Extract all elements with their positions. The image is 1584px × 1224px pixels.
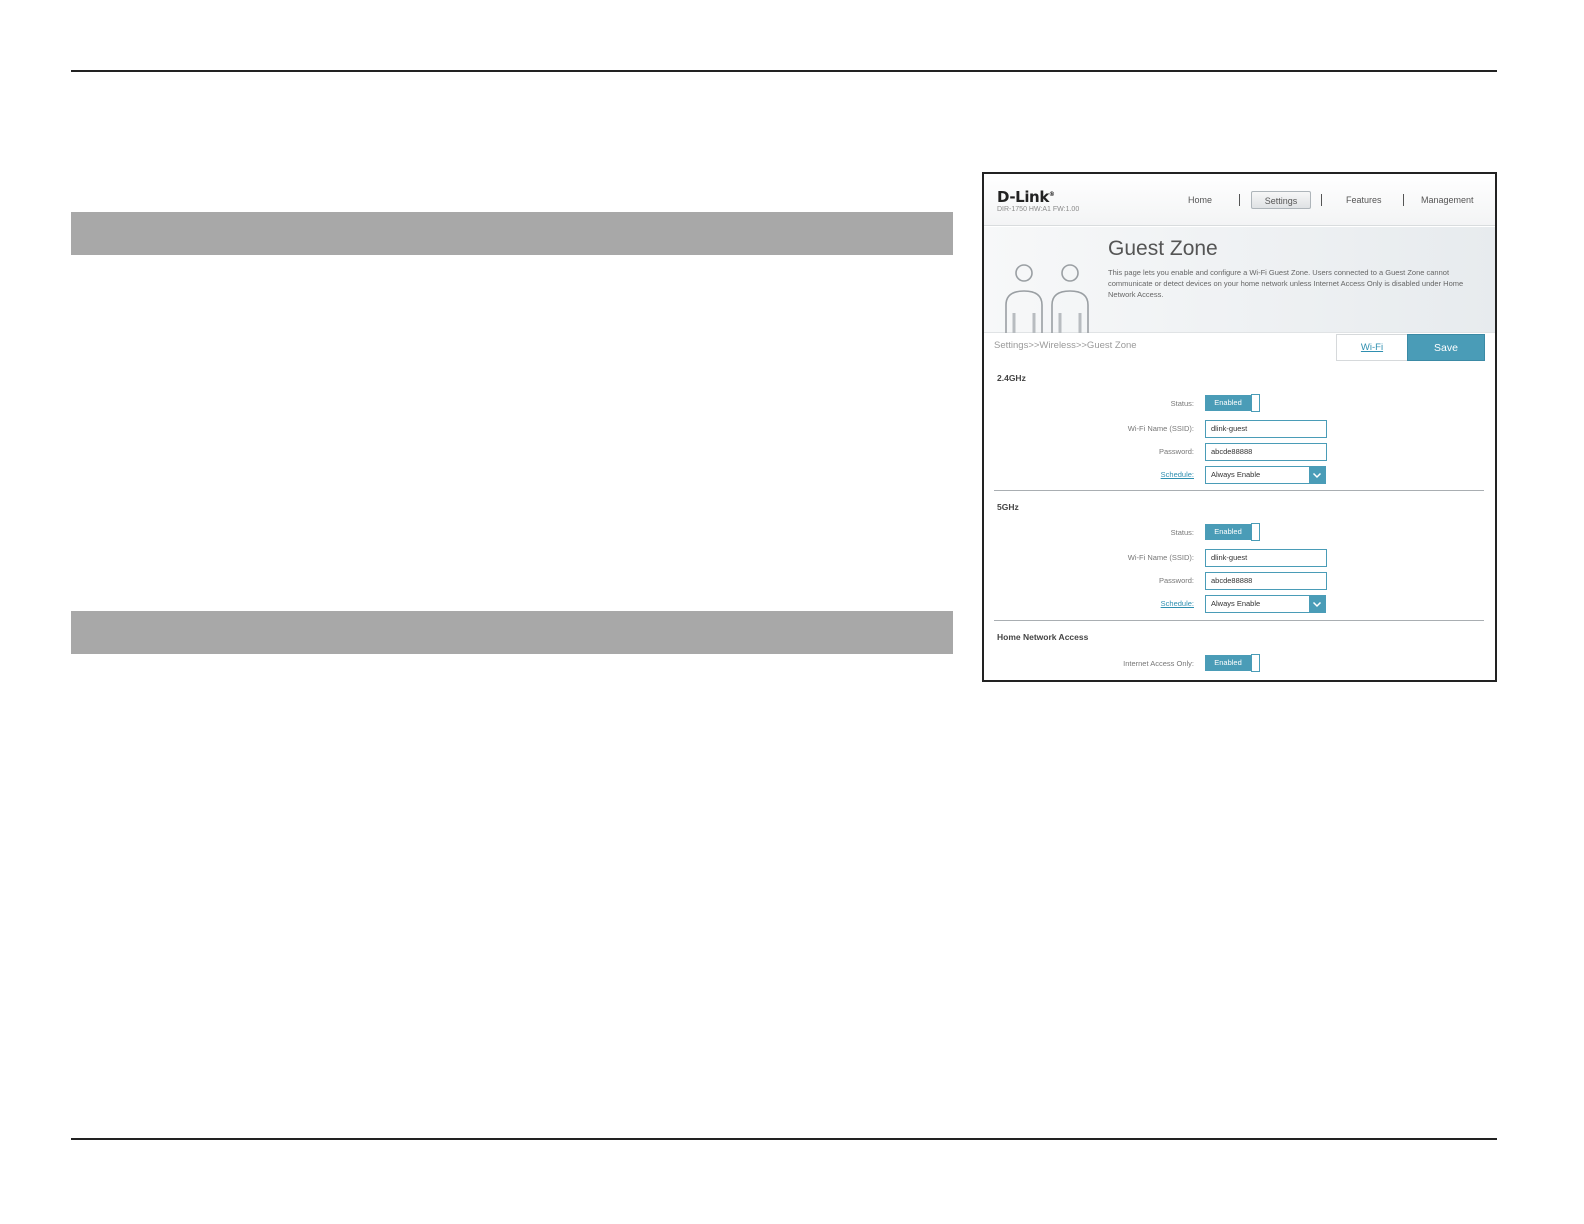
status-toggle-24[interactable]: Enabled bbox=[1205, 394, 1260, 412]
page-description: This page lets you enable and configure … bbox=[1108, 268, 1464, 299]
ssid-input-5[interactable]: dlink-guest bbox=[1205, 549, 1327, 567]
ssid-label: Wi-Fi Name (SSID): bbox=[1127, 553, 1194, 562]
schedule-select-5[interactable]: Always Enable bbox=[1205, 595, 1326, 613]
chevron-down-icon[interactable] bbox=[1309, 467, 1325, 483]
section-divider bbox=[994, 620, 1484, 621]
page-banner: Guest Zone This page lets you enable and… bbox=[984, 227, 1495, 333]
ssid-input-24[interactable]: dlink-guest bbox=[1205, 420, 1327, 438]
top-rule bbox=[71, 70, 1497, 72]
model-info: DIR-1750 HW:A1 FW:1.00 bbox=[997, 206, 1080, 213]
brand-text: D-Link bbox=[997, 188, 1049, 206]
schedule-select-24[interactable]: Always Enable bbox=[1205, 466, 1326, 484]
schedule-link[interactable]: Schedule: bbox=[984, 599, 1194, 608]
toggle-label: Enabled bbox=[1205, 655, 1251, 671]
toggle-label: Enabled bbox=[1205, 395, 1251, 411]
breadcrumb: Settings>>Wireless>>Guest Zone bbox=[994, 340, 1137, 351]
status-label: Status: bbox=[1170, 528, 1194, 537]
password-label: Password: bbox=[1158, 576, 1194, 585]
breadcrumb-row: Settings>>Wireless>>Guest Zone Wi-Fi Sav… bbox=[984, 334, 1495, 361]
status-toggle-5[interactable]: Enabled bbox=[1205, 523, 1260, 541]
toggle-knob bbox=[1251, 654, 1260, 672]
toggle-label: Enabled bbox=[1205, 524, 1251, 540]
band-24-heading: 2.4GHz bbox=[997, 373, 1026, 383]
section-header-bar bbox=[71, 212, 953, 255]
nav-settings[interactable]: Settings bbox=[1251, 191, 1311, 209]
router-ui-screenshot: D-Link® DIR-1750 HW:A1 FW:1.00 Home Sett… bbox=[982, 172, 1497, 682]
section-header-bar bbox=[71, 611, 953, 654]
password-input-5[interactable]: abcde88888 bbox=[1205, 572, 1327, 590]
router-header: D-Link® DIR-1750 HW:A1 FW:1.00 Home Sett… bbox=[984, 174, 1495, 226]
page-title: Guest Zone bbox=[1108, 237, 1218, 260]
chevron-down-icon[interactable] bbox=[1309, 596, 1325, 612]
guest-people-icon bbox=[1005, 264, 1089, 333]
password-input-24[interactable]: abcde88888 bbox=[1205, 443, 1327, 461]
ssid-label: Wi-Fi Name (SSID): bbox=[1127, 424, 1194, 433]
nav-separator bbox=[1403, 194, 1404, 206]
schedule-link[interactable]: Schedule: bbox=[984, 470, 1194, 479]
toggle-knob bbox=[1251, 394, 1260, 412]
band-5-heading: 5GHz bbox=[997, 502, 1019, 512]
internet-only-label: Internet Access Only: bbox=[1123, 659, 1194, 668]
section-divider bbox=[994, 490, 1484, 491]
nav-separator bbox=[1321, 194, 1322, 206]
wifi-link-button[interactable]: Wi-Fi bbox=[1336, 334, 1408, 361]
toggle-knob bbox=[1251, 523, 1260, 541]
dlink-logo: D-Link® bbox=[997, 188, 1055, 206]
home-network-heading: Home Network Access bbox=[997, 632, 1089, 642]
schedule-value: Always Enable bbox=[1211, 599, 1261, 608]
nav-separator bbox=[1239, 194, 1240, 206]
nav-features[interactable]: Features bbox=[1346, 191, 1382, 209]
save-button[interactable]: Save bbox=[1407, 334, 1485, 361]
nav-home[interactable]: Home bbox=[1188, 191, 1212, 209]
schedule-value: Always Enable bbox=[1211, 470, 1261, 479]
bottom-rule bbox=[71, 1138, 1497, 1140]
nav-management[interactable]: Management bbox=[1421, 191, 1474, 209]
password-label: Password: bbox=[1158, 447, 1194, 456]
internet-only-toggle[interactable]: Enabled bbox=[1205, 654, 1260, 672]
status-label: Status: bbox=[1170, 399, 1194, 408]
